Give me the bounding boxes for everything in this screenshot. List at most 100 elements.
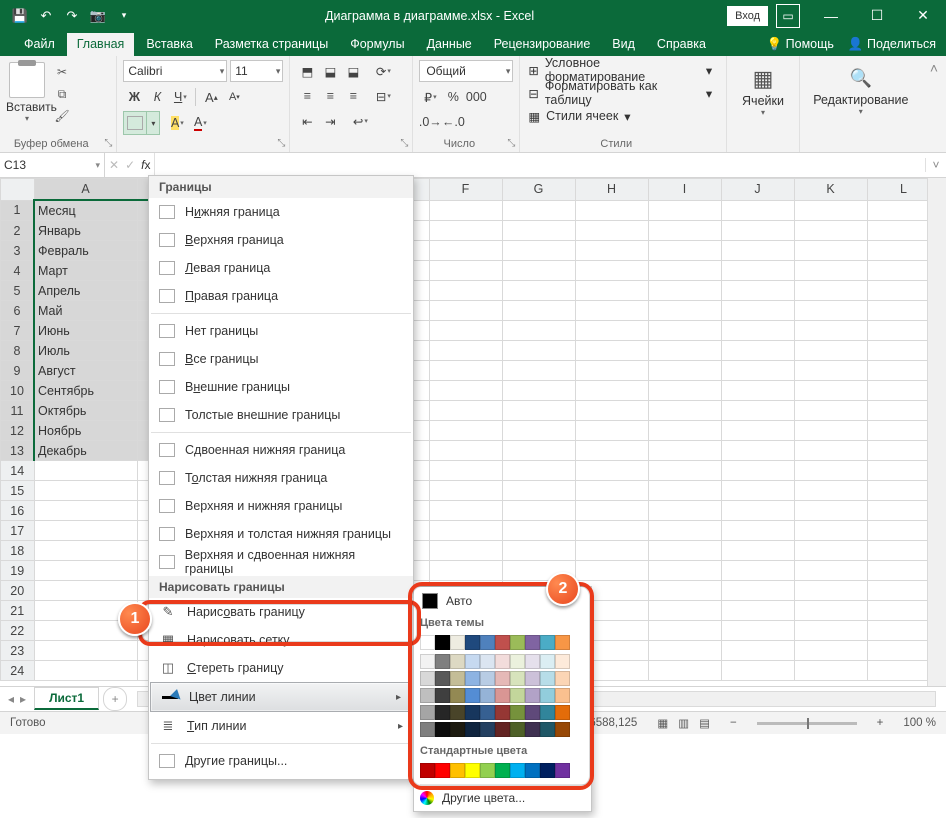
cell-F19[interactable] — [429, 561, 502, 581]
currency-button[interactable]: ₽ — [419, 86, 441, 108]
cell-H8[interactable] — [575, 341, 648, 361]
row-header-9[interactable]: 9 — [1, 361, 35, 381]
color-swatch[interactable] — [540, 654, 555, 669]
cell-A7[interactable]: Июнь — [34, 321, 137, 341]
color-swatch[interactable] — [540, 722, 555, 737]
color-swatch[interactable] — [540, 705, 555, 720]
col-header-K[interactable]: K — [794, 179, 867, 201]
cell-K17[interactable] — [794, 521, 867, 541]
cell-G16[interactable] — [502, 501, 575, 521]
cell-J7[interactable] — [721, 321, 794, 341]
color-swatch[interactable] — [525, 763, 540, 778]
row-header-10[interactable]: 10 — [1, 381, 35, 401]
cell-J1[interactable] — [721, 200, 794, 221]
row-header-17[interactable]: 17 — [1, 521, 35, 541]
cell-K1[interactable] — [794, 200, 867, 221]
cell-K4[interactable] — [794, 261, 867, 281]
cell-K18[interactable] — [794, 541, 867, 561]
cell-H16[interactable] — [575, 501, 648, 521]
draw-item-0[interactable]: ✎Нарисовать границу — [149, 598, 413, 626]
border-item-9[interactable]: Толстая нижняя граница — [149, 464, 413, 492]
row-header-7[interactable]: 7 — [1, 321, 35, 341]
cell-J13[interactable] — [721, 441, 794, 461]
cell-I13[interactable] — [648, 441, 721, 461]
cell-A10[interactable]: Сентябрь — [34, 381, 137, 401]
cell-G9[interactable] — [502, 361, 575, 381]
cell-I8[interactable] — [648, 341, 721, 361]
cell-J9[interactable] — [721, 361, 794, 381]
color-swatch[interactable] — [465, 688, 480, 703]
cell-I18[interactable] — [648, 541, 721, 561]
color-swatch[interactable] — [510, 763, 525, 778]
cell-I7[interactable] — [648, 321, 721, 341]
color-swatch[interactable] — [495, 763, 510, 778]
row-header-22[interactable]: 22 — [1, 621, 35, 641]
number-format-combo[interactable]: Общий — [419, 60, 513, 82]
color-swatch[interactable] — [480, 654, 495, 669]
color-swatch[interactable] — [420, 722, 435, 737]
border-item-8[interactable]: Сдвоенная нижняя граница — [149, 436, 413, 464]
orientation-button[interactable]: ⟳ — [372, 60, 394, 82]
cell-H7[interactable] — [575, 321, 648, 341]
tab-formulas[interactable]: Формулы — [340, 33, 414, 56]
cell-G10[interactable] — [502, 381, 575, 401]
cell-F2[interactable] — [429, 221, 502, 241]
tab-nav-prev[interactable]: ◂ — [8, 692, 14, 706]
color-swatch[interactable] — [495, 688, 510, 703]
cell-F6[interactable] — [429, 301, 502, 321]
row-header-23[interactable]: 23 — [1, 641, 35, 661]
color-swatch[interactable] — [555, 654, 570, 669]
number-launcher[interactable]: ⤡ — [505, 138, 517, 149]
color-swatch[interactable] — [555, 671, 570, 686]
color-swatch[interactable] — [510, 705, 525, 720]
tab-help[interactable]: Справка — [647, 33, 716, 56]
cell-A3[interactable]: Февраль — [34, 241, 137, 261]
cell-A6[interactable]: Май — [34, 301, 137, 321]
color-swatch[interactable] — [465, 635, 480, 650]
color-swatch[interactable] — [435, 722, 450, 737]
border-item-2[interactable]: Левая граница — [149, 254, 413, 282]
cell-G11[interactable] — [502, 401, 575, 421]
color-swatch[interactable] — [525, 705, 540, 720]
format-painter-icon[interactable]: 🖌 — [52, 106, 72, 126]
minimize-button[interactable]: — — [808, 0, 854, 31]
align-bottom[interactable]: ⬓ — [342, 60, 364, 82]
draw-item-1[interactable]: ▦Нарисовать сетку — [149, 626, 413, 654]
color-swatch[interactable] — [510, 688, 525, 703]
cell-K6[interactable] — [794, 301, 867, 321]
cell-K5[interactable] — [794, 281, 867, 301]
fill-color-button[interactable]: А — [166, 112, 188, 134]
cell-G18[interactable] — [502, 541, 575, 561]
cell-H11[interactable] — [575, 401, 648, 421]
color-swatch[interactable] — [540, 635, 555, 650]
cell-F13[interactable] — [429, 441, 502, 461]
copy-icon[interactable]: ⧉ — [52, 84, 72, 104]
cell-A4[interactable]: Март — [34, 261, 137, 281]
cell-J6[interactable] — [721, 301, 794, 321]
color-swatch[interactable] — [435, 654, 450, 669]
cell-H5[interactable] — [575, 281, 648, 301]
cell-A20[interactable] — [34, 581, 137, 601]
color-swatch[interactable] — [480, 722, 495, 737]
cell-G4[interactable] — [502, 261, 575, 281]
cell-J18[interactable] — [721, 541, 794, 561]
tab-file[interactable]: Файл — [14, 33, 65, 56]
align-right[interactable]: ≡ — [342, 85, 364, 107]
clipboard-launcher[interactable]: ⤡ — [102, 138, 114, 149]
cancel-fx-icon[interactable]: ✕ — [109, 158, 119, 172]
cell-A23[interactable] — [34, 641, 137, 661]
cell-H2[interactable] — [575, 221, 648, 241]
confirm-fx-icon[interactable]: ✓ — [125, 158, 135, 172]
color-swatch[interactable] — [495, 654, 510, 669]
align-top[interactable]: ⬒ — [296, 60, 318, 82]
border-item-6[interactable]: Внешние границы — [149, 373, 413, 401]
select-all-corner[interactable] — [1, 179, 35, 201]
cell-J10[interactable] — [721, 381, 794, 401]
col-header-G[interactable]: G — [502, 179, 575, 201]
cell-K14[interactable] — [794, 461, 867, 481]
cell-F17[interactable] — [429, 521, 502, 541]
cell-G1[interactable] — [502, 200, 575, 221]
color-swatch[interactable] — [420, 635, 435, 650]
cut-icon[interactable]: ✂ — [52, 62, 72, 82]
cell-A1[interactable]: Месяц — [34, 200, 137, 221]
